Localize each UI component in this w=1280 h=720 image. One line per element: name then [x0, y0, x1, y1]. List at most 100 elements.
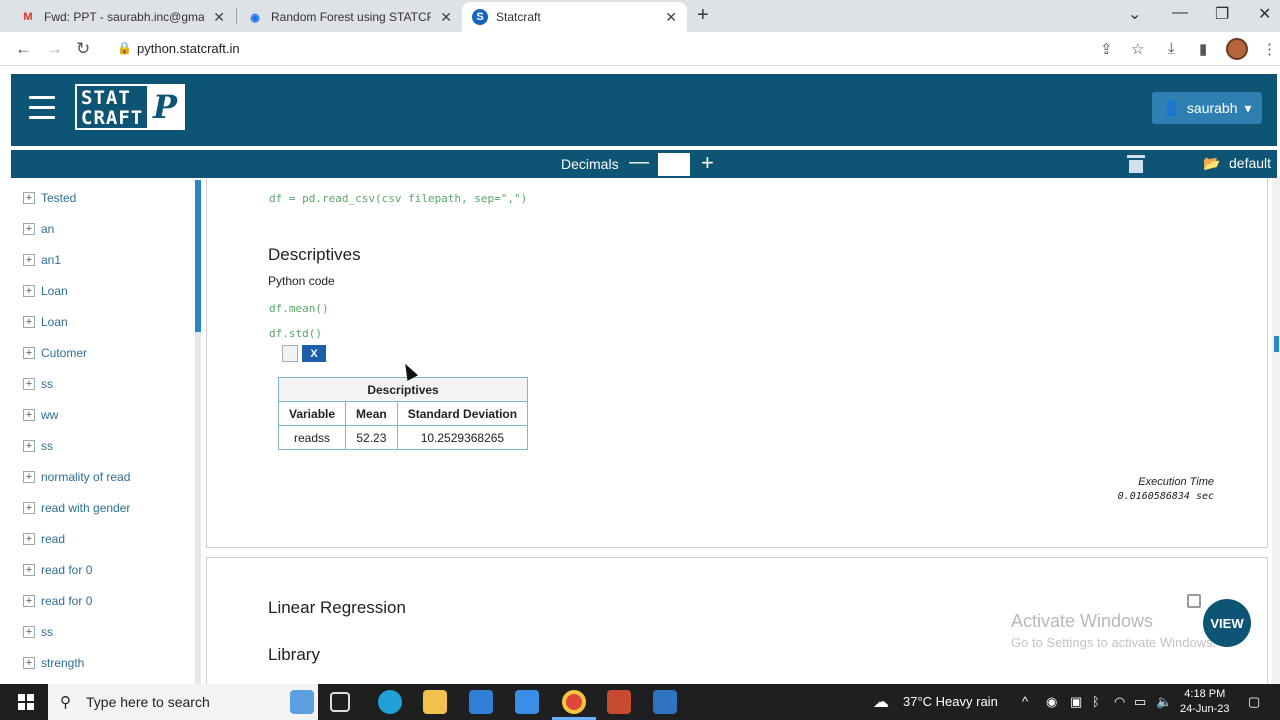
minimize-button[interactable]: —: [1172, 4, 1188, 22]
file-explorer-icon[interactable]: [423, 690, 447, 714]
close-tab-icon[interactable]: ✕: [213, 9, 225, 26]
decrease-decimals-button[interactable]: —: [629, 151, 649, 174]
expand-plus-icon[interactable]: +: [23, 471, 35, 483]
expand-plus-icon[interactable]: +: [23, 378, 35, 390]
sidebar-item[interactable]: + Loan: [23, 281, 68, 301]
share-output-icon[interactable]: [1187, 594, 1201, 608]
sidebar-item[interactable]: + read for 0: [23, 591, 92, 611]
sidebar-item[interactable]: + Cutomer: [23, 343, 87, 363]
sidebar-item[interactable]: + strength: [23, 653, 84, 673]
expand-plus-icon[interactable]: +: [23, 254, 35, 266]
sidebar-item[interactable]: + an: [23, 219, 54, 239]
tab-gmail[interactable]: M Fwd: PPT - saurabh.inc@gmail.co ✕: [10, 2, 235, 32]
forward-icon[interactable]: →: [46, 39, 63, 59]
windows-start-icon[interactable]: [18, 694, 34, 710]
expand-plus-icon[interactable]: +: [23, 347, 35, 359]
download-icon[interactable]: ⤓: [1168, 40, 1175, 57]
descriptives-output-card: df = pd.read_csv(csv filepath, sep=",") …: [206, 178, 1268, 548]
sidebar-item[interactable]: + read: [23, 529, 65, 549]
back-icon[interactable]: ←: [15, 39, 32, 59]
user-icon: 👤: [1162, 99, 1180, 116]
photos-icon[interactable]: [653, 690, 677, 714]
expand-plus-icon[interactable]: +: [23, 564, 35, 576]
weather-text[interactable]: 37°C Heavy rain: [903, 694, 998, 709]
expand-plus-icon[interactable]: +: [23, 223, 35, 235]
statcraft-logo[interactable]: STAT CRAFT P: [75, 84, 185, 130]
folder-open-icon[interactable]: 📂: [1203, 155, 1220, 172]
tab-search-icon[interactable]: ⌄: [1128, 4, 1141, 24]
edge-icon[interactable]: [378, 690, 402, 714]
restore-button[interactable]: ❐: [1215, 4, 1229, 24]
menu-kebab-icon[interactable]: ⋮: [1262, 40, 1277, 58]
copy-icon[interactable]: [282, 345, 298, 362]
trash-icon[interactable]: [1127, 155, 1145, 174]
increase-decimals-button[interactable]: +: [701, 150, 714, 176]
tray-chevron-icon[interactable]: ^: [1022, 694, 1028, 709]
decimals-input[interactable]: [658, 153, 690, 176]
profile-avatar[interactable]: [1226, 38, 1248, 60]
expand-plus-icon[interactable]: +: [23, 316, 35, 328]
bluetooth-icon[interactable]: ᛒ: [1092, 694, 1100, 709]
tab-random-forest[interactable]: ◉ Random Forest using STATCRAFT ✕: [237, 2, 462, 32]
expand-plus-icon[interactable]: +: [23, 595, 35, 607]
taskbar-search-input[interactable]: Type here to search: [48, 684, 318, 720]
expand-plus-icon[interactable]: +: [23, 192, 35, 204]
url-text[interactable]: python.statcraft.in: [137, 41, 240, 56]
sidebar-scrollbar-thumb[interactable]: [195, 180, 201, 332]
search-icon: ⚲: [60, 694, 71, 711]
microsoft-store-icon[interactable]: [469, 690, 493, 714]
sidebar-item[interactable]: + ss: [23, 622, 53, 642]
volume-icon[interactable]: 🔈: [1156, 694, 1172, 710]
task-view-icon[interactable]: [330, 692, 350, 712]
side-panel-icon[interactable]: ▮: [1199, 40, 1207, 58]
main-scrollbar-thumb[interactable]: [1274, 336, 1279, 352]
tray-app-icon[interactable]: ◉: [1046, 694, 1057, 710]
expand-plus-icon[interactable]: +: [23, 533, 35, 545]
main-scrollbar[interactable]: [1272, 178, 1280, 684]
expand-plus-icon[interactable]: +: [23, 409, 35, 421]
close-tab-icon[interactable]: ✕: [440, 9, 452, 26]
hamburger-menu-icon[interactable]: [29, 96, 55, 120]
battery-icon[interactable]: ▭: [1134, 694, 1146, 710]
sidebar-item[interactable]: + ss: [23, 374, 53, 394]
close-window-button[interactable]: ✕: [1258, 4, 1271, 24]
excel-export-icon[interactable]: X: [302, 345, 326, 362]
widgets-icon[interactable]: [290, 690, 314, 714]
lock-icon[interactable]: 🔒: [117, 41, 132, 55]
column-header: Mean: [345, 401, 398, 426]
powerpoint-icon[interactable]: [607, 690, 631, 714]
mail-icon[interactable]: [515, 690, 539, 714]
expand-plus-icon[interactable]: +: [23, 440, 35, 452]
close-tab-icon[interactable]: ✕: [665, 9, 677, 26]
bookmark-star-icon[interactable]: ☆: [1131, 40, 1144, 58]
column-header: Variable: [277, 401, 347, 426]
sidebar-item[interactable]: + normality of read: [23, 467, 130, 487]
sidebar-item[interactable]: + Loan: [23, 312, 68, 332]
sidebar-item[interactable]: + ss: [23, 436, 53, 456]
expand-plus-icon[interactable]: +: [23, 502, 35, 514]
new-tab-button[interactable]: +: [697, 4, 709, 27]
share-icon[interactable]: ⇪: [1100, 40, 1113, 58]
expand-plus-icon[interactable]: +: [23, 626, 35, 638]
reload-icon[interactable]: ↻: [76, 39, 90, 59]
user-menu-button[interactable]: 👤 saurabh ▾: [1152, 92, 1262, 124]
sidebar-item[interactable]: + ww: [23, 405, 58, 425]
sidebar-item[interactable]: + Tested: [23, 188, 76, 208]
taskbar-clock[interactable]: 4:18 PM 24-Jun-23: [1180, 687, 1230, 717]
notification-icon[interactable]: ▢: [1248, 694, 1260, 710]
tray-app-icon[interactable]: ▣: [1070, 694, 1082, 710]
chrome-icon[interactable]: [562, 690, 586, 714]
sidebar-item[interactable]: + read with gender: [23, 498, 130, 518]
default-project-label[interactable]: default: [1229, 155, 1271, 171]
expand-plus-icon[interactable]: +: [23, 657, 35, 669]
view-button[interactable]: VIEW: [1203, 599, 1251, 647]
tab-statcraft[interactable]: S Statcraft ✕: [462, 2, 687, 32]
sidebar-item[interactable]: + an1: [23, 250, 61, 270]
weather-cloud-icon[interactable]: ☁: [873, 692, 889, 712]
sidebar-item[interactable]: + read for 0: [23, 560, 92, 580]
sidebar: + Tested + an + an1 + Loan + Loan + Cutomer + s…: [11, 178, 201, 684]
expand-plus-icon[interactable]: +: [23, 285, 35, 297]
wifi-icon[interactable]: ◠: [1114, 694, 1125, 710]
execution-time-value: 0.0160586834 sec: [1117, 491, 1214, 502]
gmail-icon: M: [23, 11, 33, 23]
